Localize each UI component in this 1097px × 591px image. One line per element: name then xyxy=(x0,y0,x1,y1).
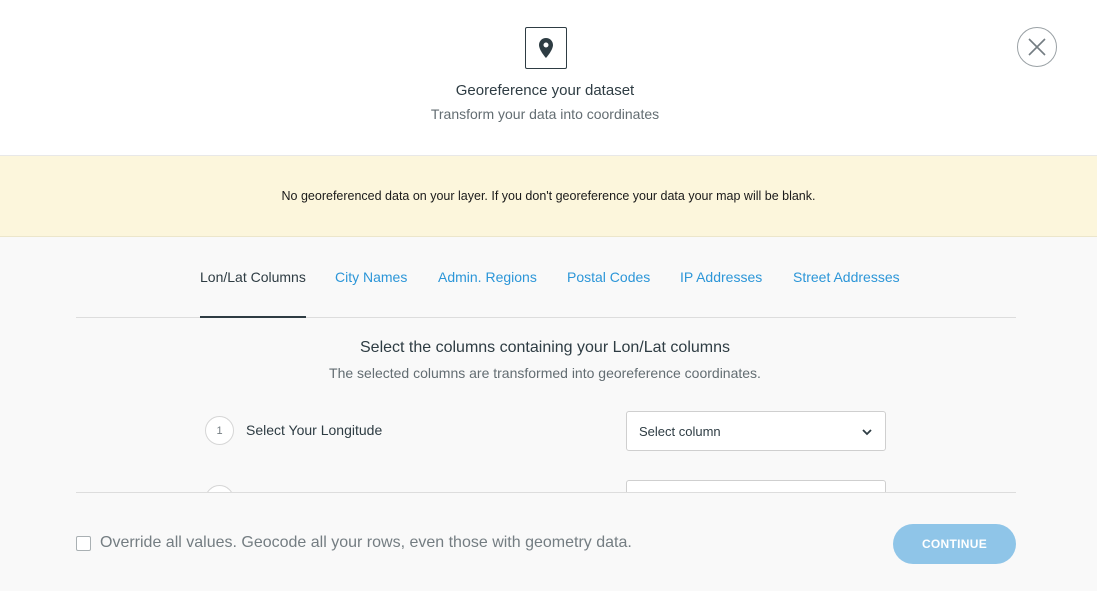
longitude-column-select[interactable]: Select column xyxy=(626,411,886,451)
step-latitude-partial xyxy=(205,480,886,492)
step-number: 1 xyxy=(205,416,234,445)
map-pin-icon xyxy=(525,27,567,69)
tab-ip-addresses[interactable]: IP Addresses xyxy=(680,269,762,285)
tab-lon-lat-columns[interactable]: Lon/Lat Columns xyxy=(200,269,306,285)
modal-header: Georeference your dataset Transform your… xyxy=(0,0,1097,156)
step-longitude: 1 Select Your Longitude Select column xyxy=(205,411,886,451)
warning-text: No georeferenced data on your layer. If … xyxy=(281,189,816,203)
select-value: Select column xyxy=(639,424,721,439)
close-button[interactable] xyxy=(1017,27,1057,67)
tab-admin-regions[interactable]: Admin. Regions xyxy=(438,269,537,285)
continue-button[interactable]: CONTINUE xyxy=(893,524,1016,564)
close-icon xyxy=(1028,38,1046,56)
chevron-down-icon xyxy=(862,429,872,436)
tab-postal-codes[interactable]: Postal Codes xyxy=(567,269,650,285)
modal-footer: Override all values. Geocode all your ro… xyxy=(76,492,1016,591)
tab-street-addresses[interactable]: Street Addresses xyxy=(793,269,900,285)
georeference-tabs: Lon/Lat Columns City Names Admin. Region… xyxy=(76,237,1016,318)
step-number-partial xyxy=(205,485,234,492)
content-description: The selected columns are transformed int… xyxy=(329,365,761,381)
content-title: Select the columns containing your Lon/L… xyxy=(360,339,730,356)
modal-title: Georeference your dataset xyxy=(455,82,635,99)
georeference-modal: Georeference your dataset Transform your… xyxy=(0,0,1097,591)
tab-city-names[interactable]: City Names xyxy=(335,269,407,285)
override-label[interactable]: Override all values. Geocode all your ro… xyxy=(100,534,632,552)
latitude-column-select[interactable] xyxy=(626,480,886,492)
modal-subtitle: Transform your data into coordinates xyxy=(430,106,660,122)
warning-banner: No georeferenced data on your layer. If … xyxy=(0,156,1097,237)
step-label: Select Your Longitude xyxy=(246,422,383,438)
tab-content[interactable]: Select the columns containing your Lon/L… xyxy=(0,318,1097,492)
override-checkbox[interactable] xyxy=(76,536,91,551)
